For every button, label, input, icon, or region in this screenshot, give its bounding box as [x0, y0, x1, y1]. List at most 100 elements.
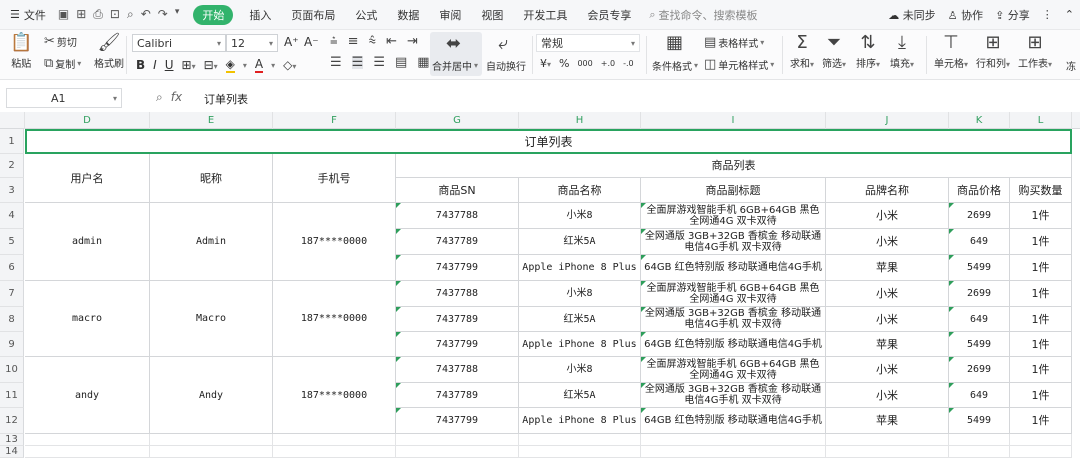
collab-button[interactable]: ♙ 协作 — [942, 7, 989, 23]
product-qty[interactable]: 1件 — [1010, 255, 1072, 281]
row-header-10[interactable]: 10 — [0, 357, 24, 383]
align-left-icon[interactable]: ☰ — [330, 56, 342, 69]
product-name[interactable]: Apple iPhone 8 Plus — [519, 255, 641, 281]
product-price[interactable]: 5499 — [949, 332, 1010, 357]
product-qty[interactable]: 1件 — [1010, 357, 1072, 383]
export-icon[interactable]: ⊡ — [110, 7, 120, 22]
column-header-l[interactable]: L — [1010, 112, 1072, 129]
empty-cell[interactable] — [1010, 434, 1072, 446]
wrap-text-button[interactable]: 自动换行 — [486, 58, 526, 73]
product-name[interactable]: 红米5A — [519, 229, 641, 255]
font-shrink-button[interactable]: A⁻ — [304, 35, 319, 49]
fx-icon[interactable]: fx — [171, 90, 182, 105]
product-subtitle[interactable]: 全网通版 3GB+32GB 香槟金 移动联通电信4G手机 双卡双待 — [641, 229, 826, 255]
empty-cell[interactable] — [150, 446, 273, 458]
worksheet-button[interactable]: ⊞ 工作表▾ — [1018, 34, 1052, 71]
row-header-8[interactable]: 8 — [0, 307, 24, 332]
product-brand[interactable]: 小米 — [826, 203, 949, 229]
product-qty[interactable]: 1件 — [1010, 307, 1072, 332]
currency-icon[interactable]: ¥▾ — [540, 57, 551, 70]
header-nickname[interactable]: 昵称 — [150, 154, 273, 203]
product-subtitle[interactable]: 全网通版 3GB+32GB 香槟金 移动联通电信4G手机 双卡双待 — [641, 307, 826, 332]
user-username[interactable]: admin — [25, 203, 150, 281]
tab-data[interactable]: 数据 — [387, 7, 429, 23]
cell-style-button[interactable]: ◫ 单元格样式 ▾ — [704, 57, 774, 72]
product-subtitle[interactable]: 64GB 红色特别版 移动联通电信4G手机 — [641, 255, 826, 281]
tab-insert[interactable]: 插入 — [239, 7, 281, 23]
product-price[interactable]: 649 — [949, 307, 1010, 332]
product-price[interactable]: 5499 — [949, 408, 1010, 434]
user-username[interactable]: macro — [25, 281, 150, 357]
product-subtitle[interactable]: 全网通版 3GB+32GB 香槟金 移动联通电信4G手机 双卡双待 — [641, 383, 826, 408]
product-sn[interactable]: 7437789 — [396, 307, 519, 332]
tab-review[interactable]: 审阅 — [429, 7, 471, 23]
align-bottom-icon[interactable]: ⩯ — [369, 35, 377, 48]
product-name[interactable]: 红米5A — [519, 383, 641, 408]
product-qty[interactable]: 1件 — [1010, 229, 1072, 255]
product-brand[interactable]: 苹果 — [826, 255, 949, 281]
empty-cell[interactable] — [1010, 446, 1072, 458]
header-price[interactable]: 商品价格 — [949, 178, 1010, 203]
product-sn[interactable]: 7437788 — [396, 357, 519, 383]
align-center-icon[interactable]: ☰ — [351, 56, 364, 69]
product-brand[interactable]: 小米 — [826, 357, 949, 383]
row-header-3[interactable]: 3 — [0, 178, 24, 203]
save-icon[interactable]: ▣ — [58, 7, 69, 22]
product-sn[interactable]: 7437788 — [396, 203, 519, 229]
product-brand[interactable]: 小米 — [826, 307, 949, 332]
empty-cell[interactable] — [519, 446, 641, 458]
product-sn[interactable]: 7437789 — [396, 229, 519, 255]
header-name[interactable]: 商品名称 — [519, 178, 641, 203]
product-price[interactable]: 649 — [949, 383, 1010, 408]
indent-decrease-icon[interactable]: ⇤ — [386, 35, 397, 48]
empty-cell[interactable] — [949, 446, 1010, 458]
column-header-i[interactable]: I — [641, 112, 826, 129]
product-qty[interactable]: 1件 — [1010, 383, 1072, 408]
empty-cell[interactable] — [25, 434, 150, 446]
font-color-icon[interactable]: A — [254, 57, 264, 73]
filter-button[interactable]: ⏷ 筛选▾ — [822, 34, 846, 71]
border-icon[interactable]: ⊞▾ — [182, 58, 196, 72]
product-qty[interactable]: 1件 — [1010, 203, 1072, 229]
column-header-g[interactable]: G — [396, 112, 519, 129]
format-painter-button[interactable]: 🖌 格式刷 — [94, 34, 124, 71]
column-header-h[interactable]: H — [519, 112, 641, 129]
user-phone[interactable]: 187****0000 — [273, 357, 396, 434]
number-format-select[interactable]: 常规 ▾ — [536, 34, 640, 52]
row-col-button[interactable]: ⊞ 行和列▾ — [976, 34, 1010, 71]
product-price[interactable]: 2699 — [949, 281, 1010, 307]
tab-developer[interactable]: 开发工具 — [513, 7, 577, 23]
fill-color-icon[interactable]: ◈ — [225, 57, 235, 73]
empty-cell[interactable] — [641, 446, 826, 458]
table-style-button[interactable]: ▤ 表格样式 ▾ — [704, 35, 764, 50]
product-name[interactable]: 小米8 — [519, 281, 641, 307]
product-brand[interactable]: 小米 — [826, 229, 949, 255]
empty-cell[interactable] — [150, 434, 273, 446]
sum-button[interactable]: Σ 求和▾ — [790, 34, 814, 71]
product-brand[interactable]: 小米 — [826, 281, 949, 307]
row-header-9[interactable]: 9 — [0, 332, 24, 357]
underline-icon[interactable]: U — [165, 58, 174, 72]
product-subtitle[interactable]: 64GB 红色特别版 移动联通电信4G手机 — [641, 332, 826, 357]
title-cell[interactable]: 订单列表 — [25, 129, 1072, 154]
increase-decimal-icon[interactable]: +.0 — [601, 59, 615, 68]
product-brand[interactable]: 苹果 — [826, 408, 949, 434]
cell-button[interactable]: ⊤ 单元格▾ — [934, 34, 968, 71]
share-button[interactable]: ⇪ 分享 — [989, 7, 1036, 23]
row-header-7[interactable]: 7 — [0, 281, 24, 307]
column-header-f[interactable]: F — [273, 112, 396, 129]
empty-cell[interactable] — [273, 434, 396, 446]
column-header-d[interactable]: D — [25, 112, 150, 129]
tab-home[interactable]: 开始 — [193, 4, 234, 25]
product-sn[interactable]: 7437789 — [396, 383, 519, 408]
product-name[interactable]: 小米8 — [519, 203, 641, 229]
sort-button[interactable]: ⇅ 排序▾ — [856, 34, 880, 71]
row-header-2[interactable]: 2 — [0, 154, 24, 178]
user-nickname[interactable]: Admin — [150, 203, 273, 281]
product-subtitle[interactable]: 全面屏游戏智能手机 6GB+64GB 黑色 全网通4G 双卡双待 — [641, 357, 826, 383]
product-qty[interactable]: 1件 — [1010, 281, 1072, 307]
header-phone[interactable]: 手机号 — [273, 154, 396, 203]
product-subtitle[interactable]: 全面屏游戏智能手机 6GB+64GB 黑色 全网通4G 双卡双待 — [641, 203, 826, 229]
column-header-k[interactable]: K — [949, 112, 1010, 129]
conditional-format-button[interactable]: 条件格式 ▾ — [652, 58, 698, 73]
